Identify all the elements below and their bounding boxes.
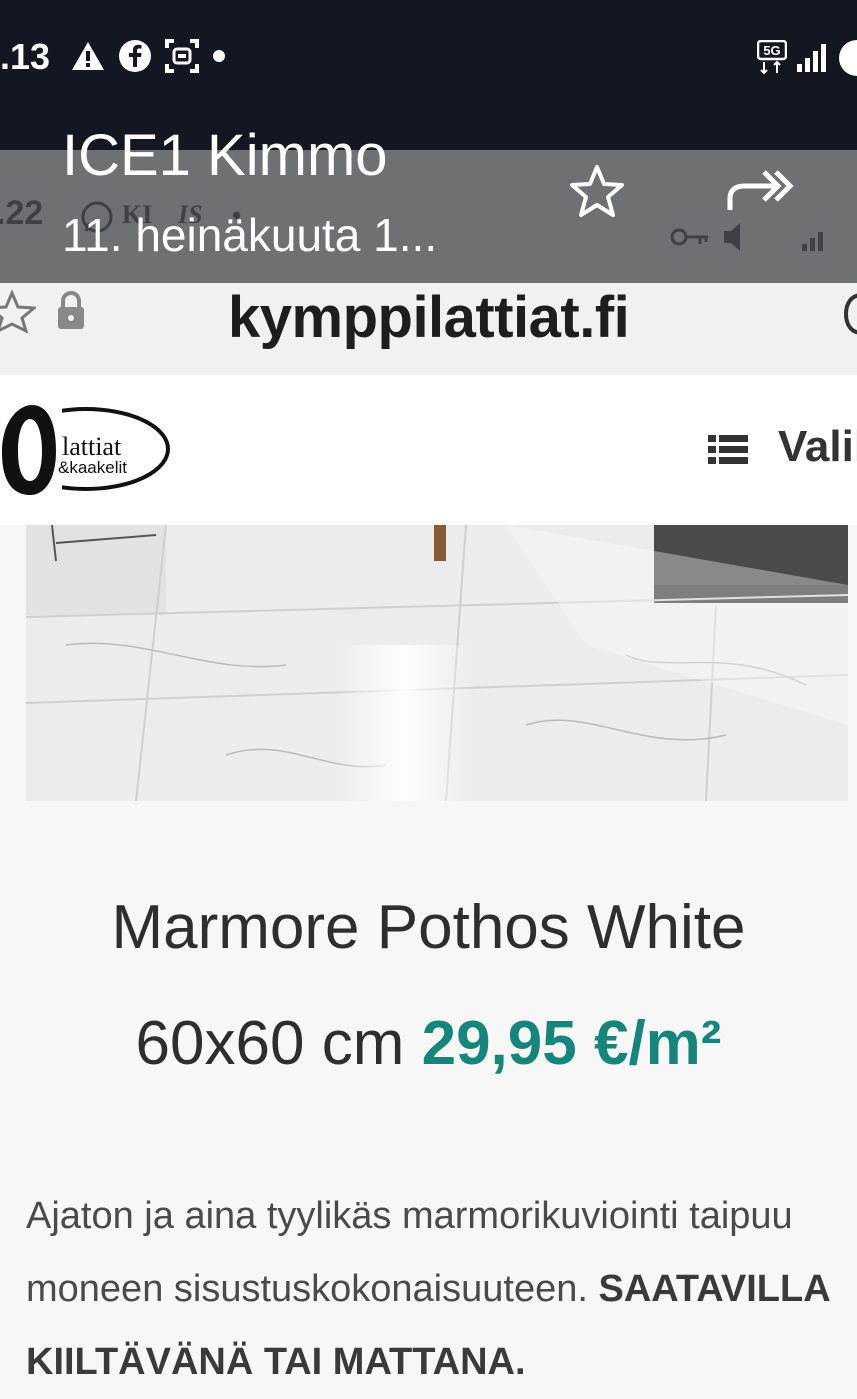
browser-address-bar[interactable]: kymppilattiat.fi	[0, 283, 857, 375]
background-time: .22	[0, 194, 44, 232]
signal-icon	[795, 42, 829, 74]
product-image	[26, 525, 848, 801]
notification-banner[interactable]: .22 KI IS • ICE1 Kimmo 11. heinäkuuta 1.…	[0, 123, 857, 283]
site-logo[interactable]: lattiat &kaakelit	[0, 401, 175, 501]
bookmark-star-icon[interactable]	[0, 289, 36, 333]
warning-icon	[70, 40, 106, 72]
notification-title: ICE1 Kimmo	[62, 123, 388, 188]
facebook-icon	[118, 39, 152, 73]
mute-icon	[720, 220, 750, 254]
lock-icon	[56, 291, 86, 331]
product-description: Ajaton ja aina tyylikäs marmorikuviointi…	[26, 1180, 856, 1399]
background-signal-icon	[800, 224, 834, 252]
reload-icon[interactable]	[842, 289, 857, 339]
logo-text-line1: lattiat	[62, 432, 122, 461]
logo-text-line2: &kaakelit	[58, 458, 127, 477]
svg-text:5G: 5G	[763, 43, 780, 58]
menu-list-icon[interactable]	[708, 433, 748, 467]
5g-icon: 5G	[757, 40, 787, 76]
status-icons-left	[70, 38, 226, 74]
star-icon[interactable]	[568, 164, 626, 218]
dot-icon	[212, 49, 226, 63]
battery-icon	[837, 38, 857, 78]
status-time: .13	[0, 36, 51, 77]
url-text[interactable]: kymppilattiat.fi	[228, 283, 630, 353]
site-header: lattiat &kaakelit Valik	[0, 375, 857, 525]
screenshot-icon	[164, 38, 200, 74]
status-icons-right: 5G	[757, 38, 857, 78]
product-title: Marmore Pothos White	[111, 893, 746, 962]
menu-button-label[interactable]: Valik	[778, 422, 857, 472]
product-size-price: 60x60 cm 29,95 €/m²	[0, 1008, 857, 1079]
key-icon	[670, 226, 710, 248]
product-price: 29,95 €/m²	[421, 1009, 722, 1078]
notification-subtitle: 11. heinäkuuta 1...	[62, 209, 438, 261]
product-size: 60x60 cm	[135, 1009, 405, 1078]
forward-icon[interactable]	[724, 164, 796, 216]
